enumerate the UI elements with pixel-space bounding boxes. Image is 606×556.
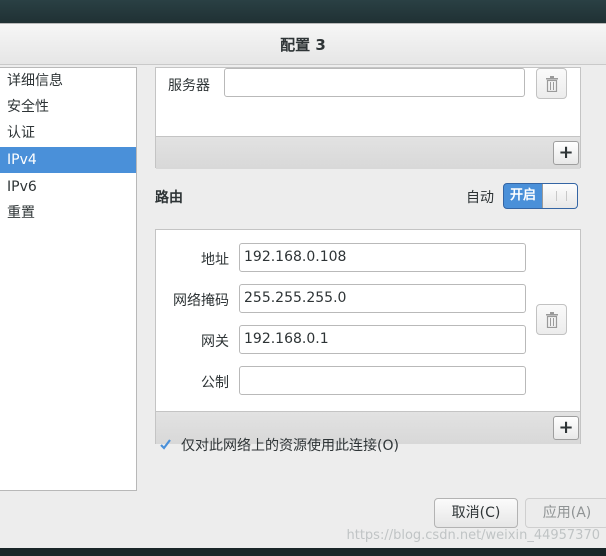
server-toolbar: +	[156, 136, 580, 169]
local-only-label: 仅对此网络上的资源使用此连接(O)	[181, 438, 399, 454]
sidebar-item-reset[interactable]: 重置	[0, 200, 136, 226]
apply-button[interactable]: 应用(A)	[525, 498, 606, 528]
address-label: 地址	[201, 252, 229, 268]
server-label: 服务器	[168, 78, 210, 94]
title-bar: 配置 3	[0, 24, 606, 65]
route-delete-button[interactable]	[536, 304, 567, 335]
add-server-button[interactable]: +	[553, 141, 579, 165]
server-input[interactable]	[224, 68, 525, 97]
route-panel: 地址 192.168.0.108 网络掩码 255.255.255.0 网关 1…	[155, 229, 581, 444]
sidebar-item-authentication[interactable]: 认证	[0, 120, 136, 146]
trash-icon	[546, 312, 558, 328]
add-route-button[interactable]: +	[553, 416, 579, 440]
settings-sidebar: 详细信息 安全性 认证 IPv4 IPv6 重置	[0, 67, 137, 491]
gateway-label: 网关	[201, 334, 229, 350]
toggle-on-label: 开启	[509, 188, 536, 203]
metric-label: 公制	[201, 375, 229, 391]
sidebar-item-ipv6[interactable]: IPv6	[0, 174, 136, 200]
desktop-background	[0, 0, 606, 24]
metric-input[interactable]	[239, 366, 526, 395]
sidebar-item-security[interactable]: 安全性	[0, 94, 136, 120]
watermark-text: https://blog.csdn.net/weixin_44957370	[346, 528, 600, 543]
dialog-title: 配置 3	[280, 36, 326, 54]
checkbox-checked-icon[interactable]	[159, 438, 172, 451]
cancel-button[interactable]: 取消(C)	[434, 498, 518, 528]
netmask-label: 网络掩码	[173, 293, 229, 309]
routes-auto-label: 自动	[466, 190, 494, 206]
address-input[interactable]: 192.168.0.108	[239, 243, 526, 272]
netmask-input[interactable]: 255.255.255.0	[239, 284, 526, 313]
dialog-window: 配置 3 详细信息 安全性 认证 IPv4 IPv6 重置 服务器 + 路由 自…	[0, 23, 606, 549]
bottom-edge	[0, 548, 606, 556]
gateway-input[interactable]: 192.168.0.1	[239, 325, 526, 354]
routes-auto-toggle[interactable]: 开启	[503, 183, 578, 209]
sidebar-item-ipv4[interactable]: IPv4	[0, 147, 136, 173]
trash-icon	[546, 76, 558, 92]
dns-server-panel: 服务器 +	[155, 67, 581, 169]
routes-heading: 路由	[155, 190, 183, 206]
server-delete-button[interactable]	[536, 68, 567, 99]
sidebar-item-details[interactable]: 详细信息	[0, 68, 136, 94]
toggle-knob	[542, 184, 577, 208]
